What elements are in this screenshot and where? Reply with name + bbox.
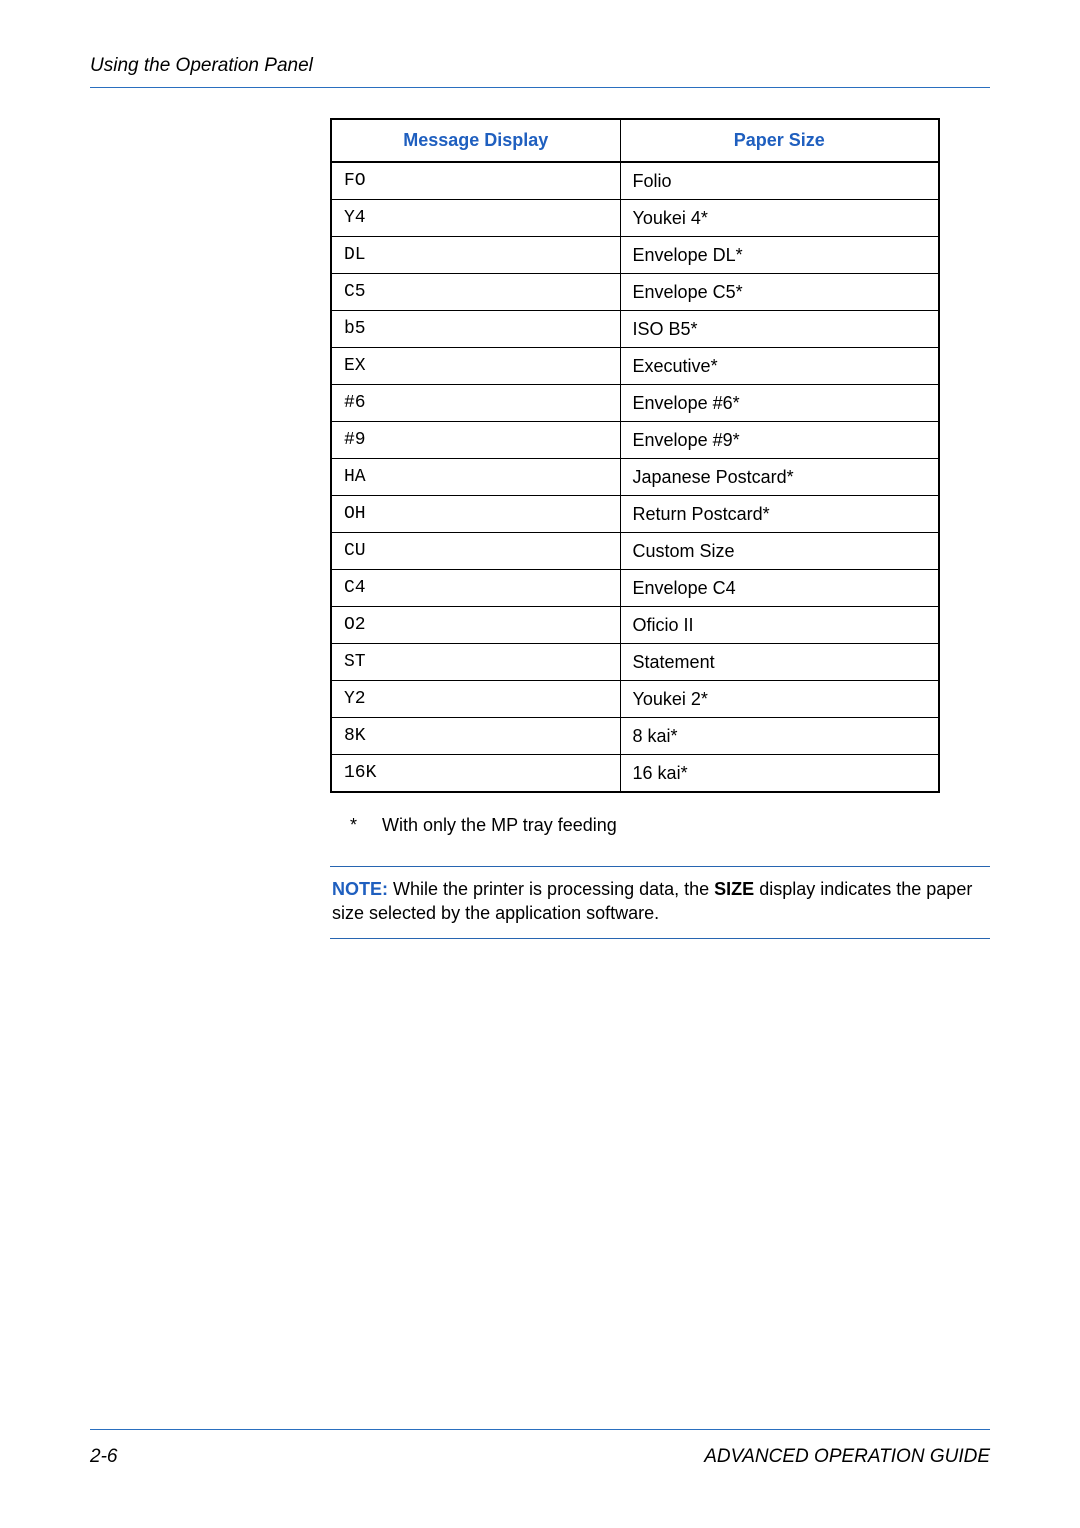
paper-size-cell: Envelope #9*: [620, 422, 939, 459]
message-display-cell: HA: [331, 459, 620, 496]
table-row: OHReturn Postcard*: [331, 496, 939, 533]
message-display-cell: O2: [331, 607, 620, 644]
message-display-cell: #9: [331, 422, 620, 459]
footer-row: 2-6 ADVANCED OPERATION GUIDE: [90, 1446, 990, 1468]
table-row: DLEnvelope DL*: [331, 237, 939, 274]
table-row: CUCustom Size: [331, 533, 939, 570]
paper-size-cell: Folio: [620, 162, 939, 200]
message-display-cell: #6: [331, 385, 620, 422]
table-row: C5Envelope C5*: [331, 274, 939, 311]
table-row: STStatement: [331, 644, 939, 681]
note-size-word: SIZE: [714, 879, 754, 899]
message-display-cell: DL: [331, 237, 620, 274]
table-row: 8K8 kai*: [331, 718, 939, 755]
paper-size-cell: Envelope #6*: [620, 385, 939, 422]
section-title: Using the Operation Panel: [90, 55, 990, 83]
paper-size-cell: Envelope DL*: [620, 237, 939, 274]
paper-size-table: Message Display Paper Size FOFolioY4Youk…: [330, 118, 940, 793]
table-body: FOFolioY4Youkei 4*DLEnvelope DL*C5Envelo…: [331, 162, 939, 792]
table-row: Y4Youkei 4*: [331, 200, 939, 237]
message-display-cell: FO: [331, 162, 620, 200]
page-number: 2-6: [90, 1446, 117, 1468]
paper-size-cell: ISO B5*: [620, 311, 939, 348]
paper-size-cell: Envelope C4: [620, 570, 939, 607]
message-display-cell: CU: [331, 533, 620, 570]
note-label: NOTE:: [332, 879, 388, 899]
paper-size-cell: Executive*: [620, 348, 939, 385]
content-area: Message Display Paper Size FOFolioY4Youk…: [330, 118, 990, 939]
table-header-row: Message Display Paper Size: [331, 119, 939, 162]
paper-size-cell: Envelope C5*: [620, 274, 939, 311]
paper-size-cell: Youkei 2*: [620, 681, 939, 718]
footnote-text: With only the MP tray feeding: [382, 815, 617, 835]
paper-size-cell: Youkei 4*: [620, 200, 939, 237]
table-header-message-display: Message Display: [331, 119, 620, 162]
header-rule: [90, 87, 990, 88]
table-row: O2Oficio II: [331, 607, 939, 644]
footnote-marker: *: [350, 815, 357, 835]
message-display-cell: Y4: [331, 200, 620, 237]
guide-title: ADVANCED OPERATION GUIDE: [704, 1446, 990, 1468]
note-text-before: While the printer is processing data, th…: [388, 879, 714, 899]
table-header-paper-size: Paper Size: [620, 119, 939, 162]
paper-size-cell: 8 kai*: [620, 718, 939, 755]
paper-size-cell: Oficio II: [620, 607, 939, 644]
message-display-cell: OH: [331, 496, 620, 533]
message-display-cell: 8K: [331, 718, 620, 755]
paper-size-cell: Custom Size: [620, 533, 939, 570]
message-display-cell: Y2: [331, 681, 620, 718]
message-display-cell: b5: [331, 311, 620, 348]
note-block: NOTE: While the printer is processing da…: [330, 866, 990, 939]
table-row: #6Envelope #6*: [331, 385, 939, 422]
page-footer: 2-6 ADVANCED OPERATION GUIDE: [90, 1429, 990, 1468]
table-row: Y2Youkei 2*: [331, 681, 939, 718]
table-row: C4Envelope C4: [331, 570, 939, 607]
table-row: EXExecutive*: [331, 348, 939, 385]
message-display-cell: 16K: [331, 755, 620, 793]
document-page: Using the Operation Panel Message Displa…: [0, 0, 1080, 1528]
table-row: HAJapanese Postcard*: [331, 459, 939, 496]
table-row: 16K16 kai*: [331, 755, 939, 793]
page-header: Using the Operation Panel: [90, 55, 990, 88]
message-display-cell: C5: [331, 274, 620, 311]
message-display-cell: C4: [331, 570, 620, 607]
table-footnote: * With only the MP tray feeding: [350, 815, 990, 836]
paper-size-cell: Japanese Postcard*: [620, 459, 939, 496]
message-display-cell: ST: [331, 644, 620, 681]
paper-size-cell: Statement: [620, 644, 939, 681]
paper-size-cell: Return Postcard*: [620, 496, 939, 533]
table-row: FOFolio: [331, 162, 939, 200]
message-display-cell: EX: [331, 348, 620, 385]
table-row: b5ISO B5*: [331, 311, 939, 348]
table-row: #9Envelope #9*: [331, 422, 939, 459]
paper-size-cell: 16 kai*: [620, 755, 939, 793]
footer-rule: [90, 1429, 990, 1430]
